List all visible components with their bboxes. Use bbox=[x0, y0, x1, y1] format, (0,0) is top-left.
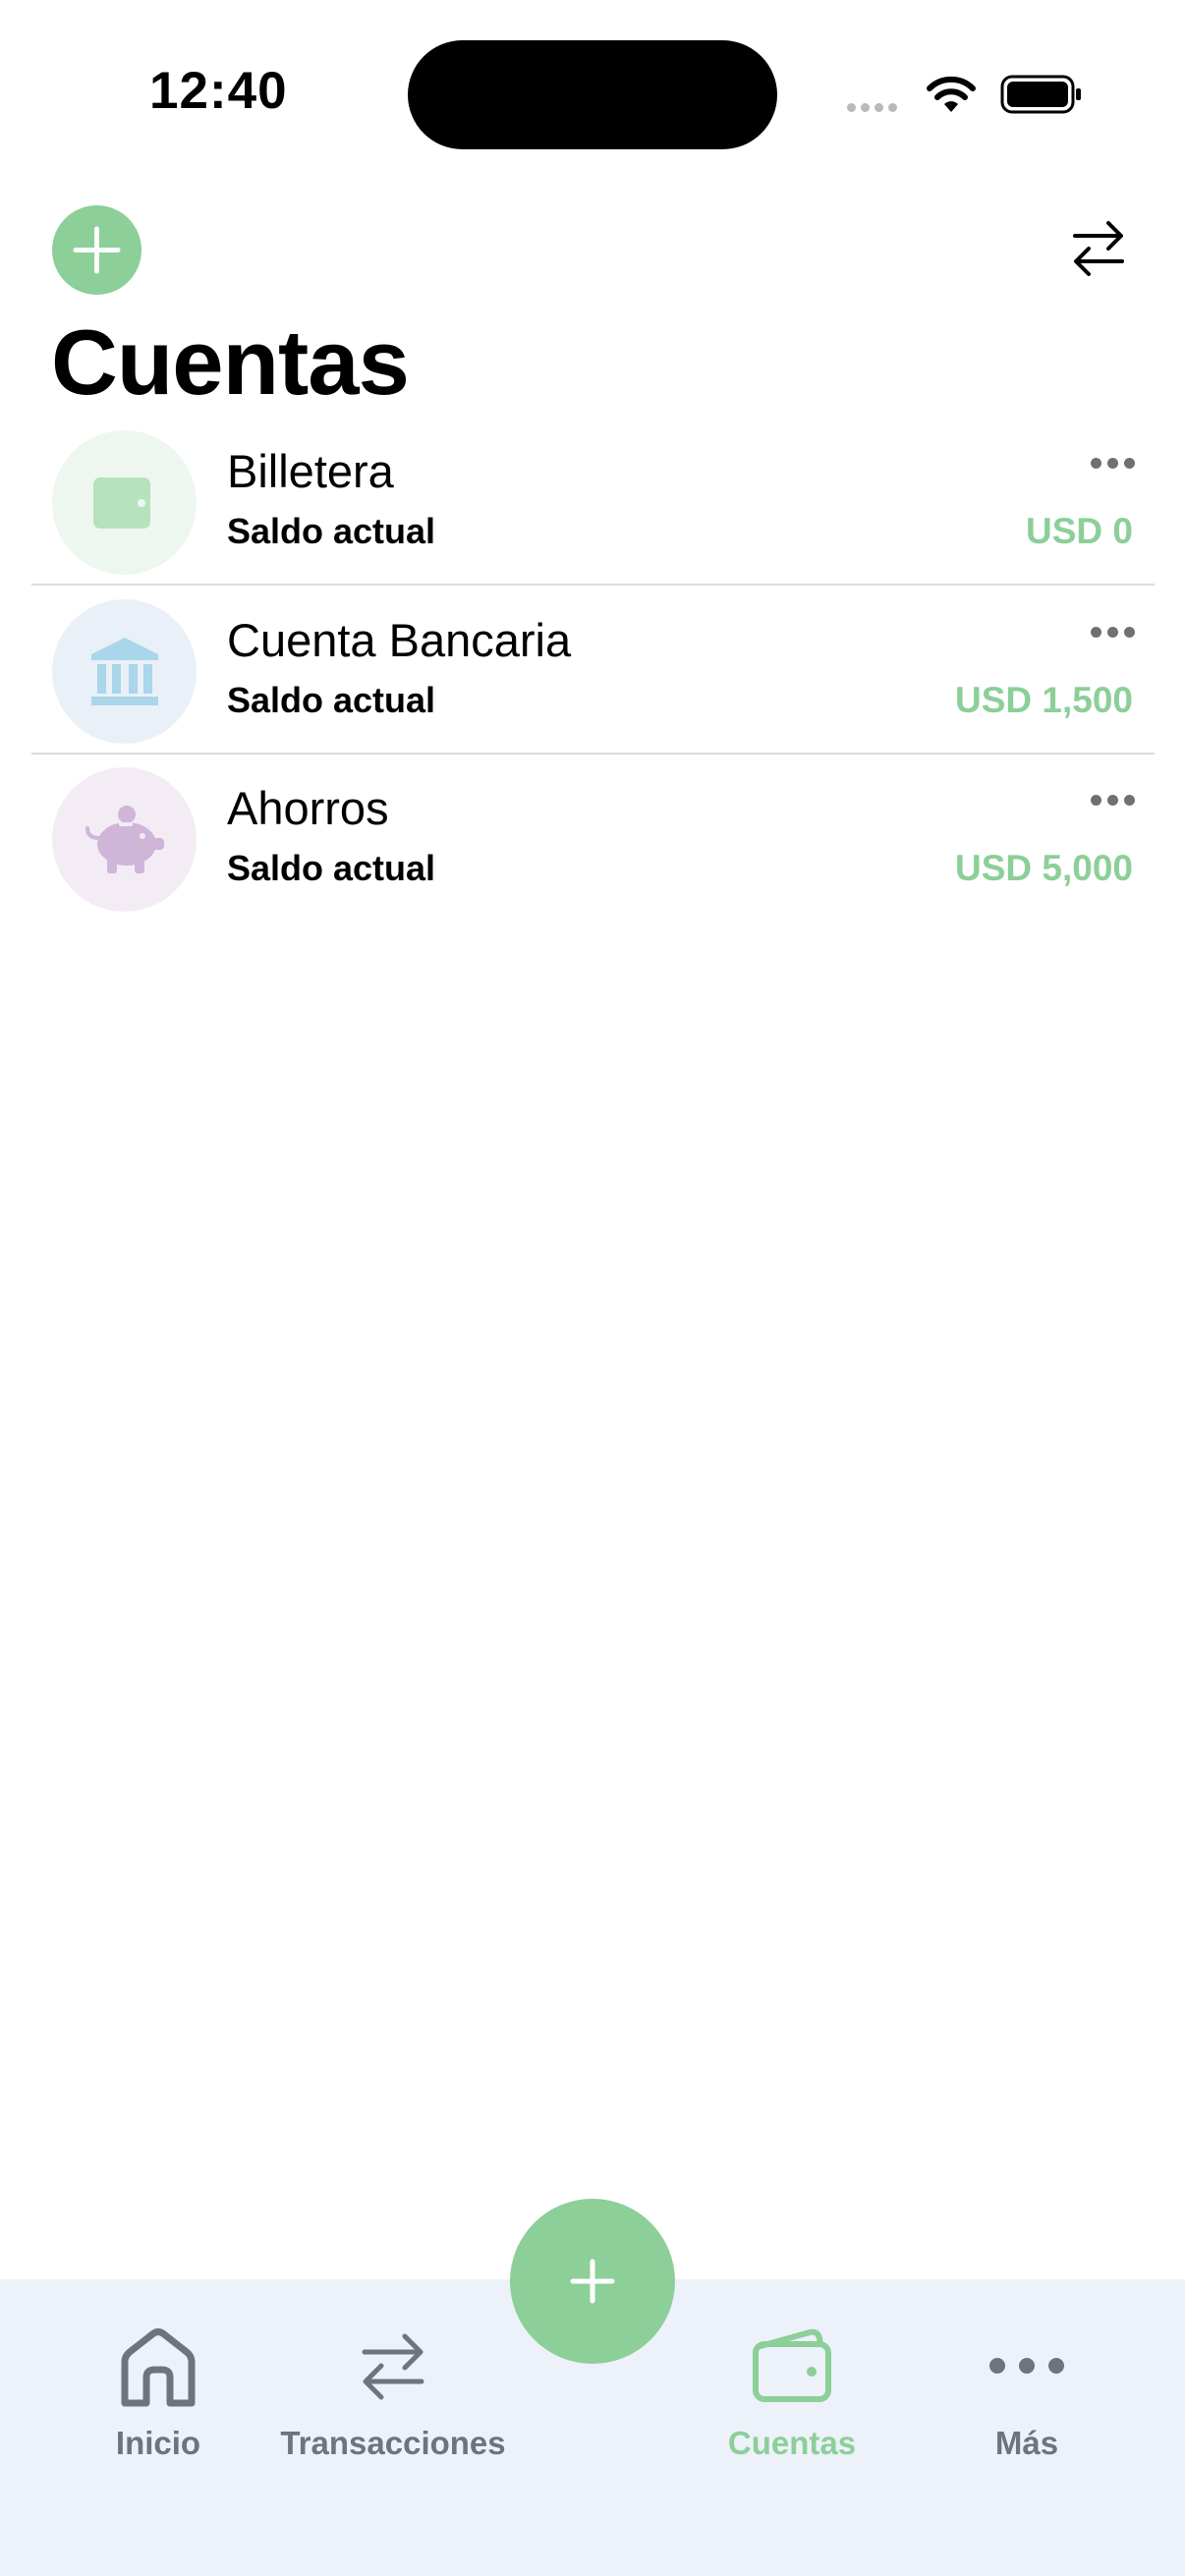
balance-value: USD 0 bbox=[1026, 511, 1133, 551]
status-time: 12:40 bbox=[149, 62, 288, 120]
more-options-icon[interactable] bbox=[1091, 627, 1135, 638]
balance-value: USD 1,500 bbox=[955, 680, 1133, 720]
account-name: Cuenta Bancaria bbox=[227, 614, 572, 666]
account-row-cuenta-bancaria[interactable]: Cuenta Bancaria Saldo actual USD 1,500 bbox=[31, 591, 1155, 758]
tab-label: Transacciones bbox=[280, 2425, 506, 2461]
more-icon bbox=[989, 2358, 1064, 2374]
tab-mas[interactable]: Más bbox=[914, 2309, 1140, 2486]
account-name: Ahorros bbox=[227, 782, 389, 834]
tab-label: Inicio bbox=[115, 2425, 201, 2461]
tab-transacciones[interactable]: Transacciones bbox=[280, 2309, 506, 2486]
account-name: Billetera bbox=[227, 445, 394, 497]
balance-label: Saldo actual bbox=[227, 848, 436, 888]
add-account-button[interactable] bbox=[52, 205, 141, 295]
add-transaction-button[interactable] bbox=[510, 2199, 675, 2364]
more-options-icon[interactable] bbox=[1091, 458, 1135, 469]
tab-label: Más bbox=[994, 2425, 1059, 2461]
account-icon-circle bbox=[52, 599, 197, 744]
balance-label: Saldo actual bbox=[227, 680, 436, 720]
account-icon-circle bbox=[52, 430, 197, 575]
tab-cuentas[interactable]: Cuentas bbox=[679, 2309, 905, 2486]
wifi-icon bbox=[927, 76, 976, 112]
account-row-ahorros[interactable]: Ahorros Saldo actual USD 5,000 bbox=[31, 759, 1155, 926]
plus-icon bbox=[73, 226, 121, 274]
account-row-billetera[interactable]: Billetera Saldo actual USD 0 bbox=[31, 422, 1155, 589]
plus-icon bbox=[570, 2259, 615, 2304]
transfer-button[interactable] bbox=[1069, 216, 1128, 281]
balance-value: USD 5,000 bbox=[955, 848, 1133, 888]
divider bbox=[31, 584, 1155, 586]
cellular-signal-icon bbox=[847, 103, 897, 112]
account-icon-circle bbox=[52, 767, 197, 912]
page-title: Cuentas bbox=[51, 310, 410, 414]
dynamic-island bbox=[408, 40, 777, 149]
divider bbox=[31, 753, 1155, 755]
home-icon bbox=[121, 2328, 196, 2407]
more-options-icon[interactable] bbox=[1091, 795, 1135, 806]
transfer-icon bbox=[362, 2333, 424, 2400]
tab-label: Cuentas bbox=[727, 2425, 857, 2461]
wallet-icon bbox=[93, 477, 150, 529]
bank-icon bbox=[91, 638, 158, 705]
balance-label: Saldo actual bbox=[227, 511, 436, 551]
wallet-icon bbox=[753, 2328, 831, 2402]
battery-icon bbox=[1000, 75, 1081, 114]
tab-inicio[interactable]: Inicio bbox=[45, 2309, 271, 2486]
piggy-bank-icon bbox=[85, 806, 164, 873]
